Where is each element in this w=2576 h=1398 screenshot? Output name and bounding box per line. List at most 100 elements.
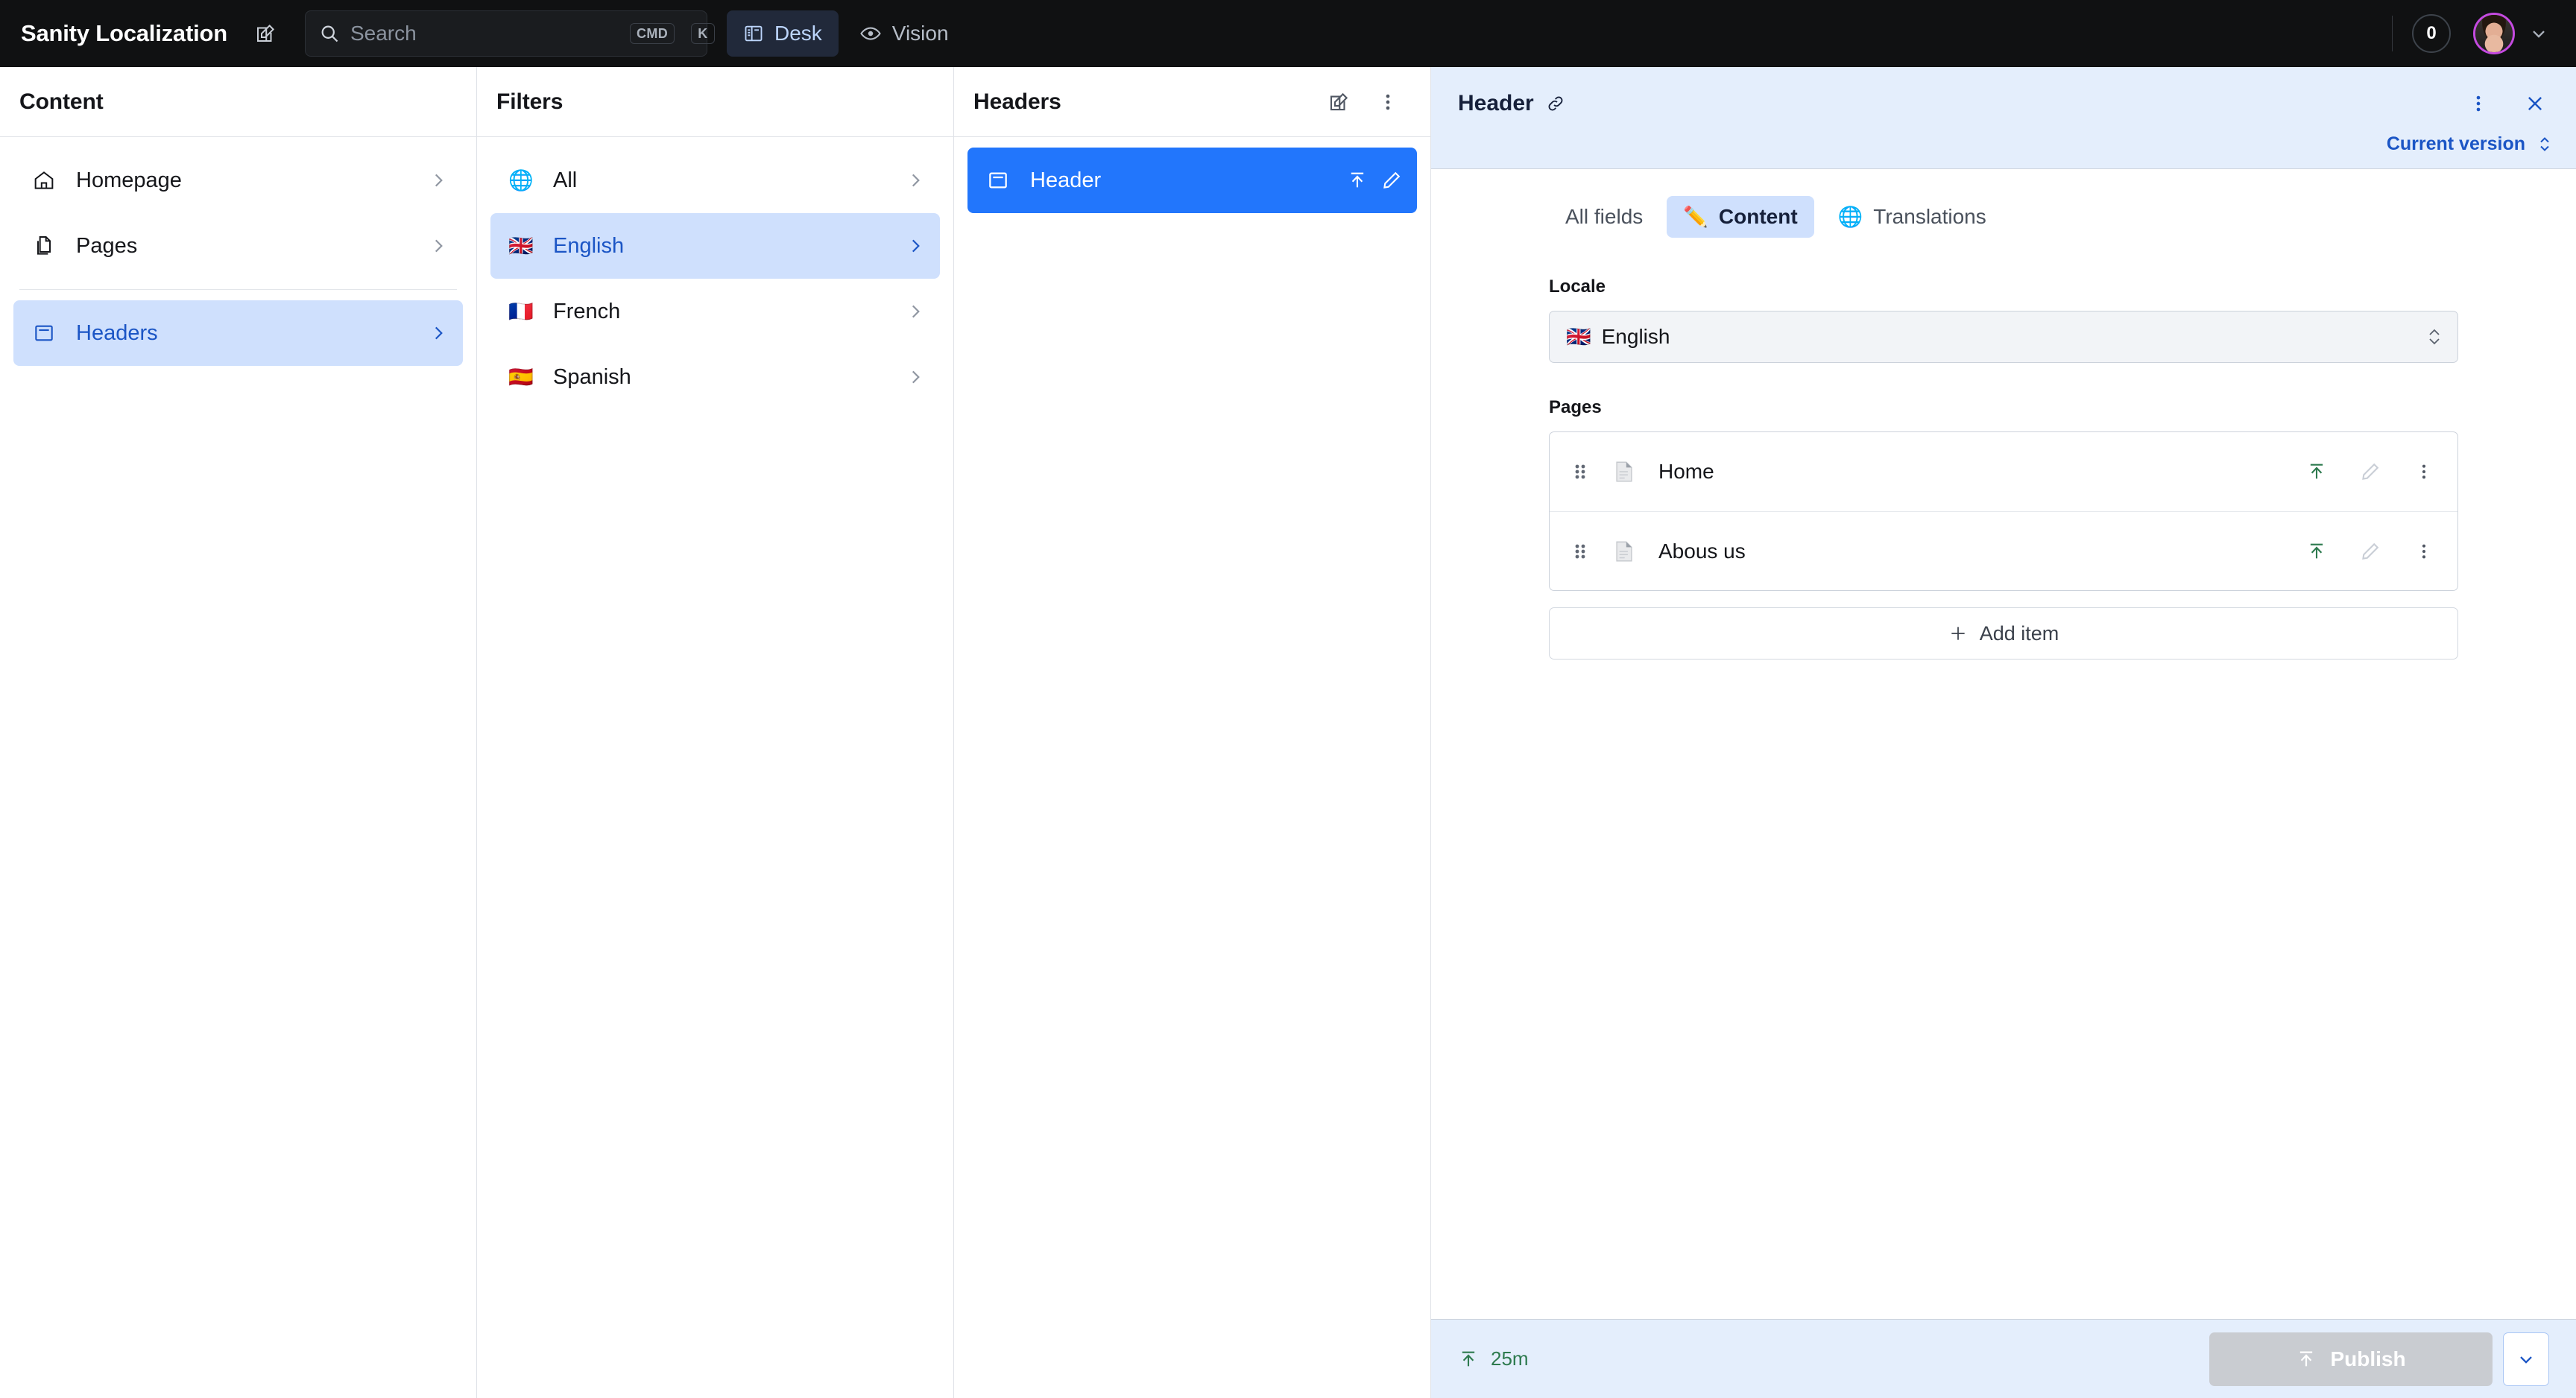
publish-arrow-icon[interactable] (1347, 170, 1368, 191)
field-group-tabs: All fields ✏️ Content 🌐 Translations (1549, 196, 2458, 238)
kbd-k: K (691, 23, 714, 44)
filters-pane-title: Filters (496, 89, 563, 115)
chevron-right-icon (906, 236, 925, 256)
pages-array: Home (1549, 431, 2458, 591)
filter-item-french-label: French (553, 300, 888, 324)
filter-item-all[interactable]: 🌐 All (490, 148, 940, 213)
content-pane-header: Content (0, 67, 476, 137)
edit-pencil-icon[interactable] (2353, 534, 2387, 569)
locale-field: Locale 🇬🇧 English (1549, 276, 2458, 363)
version-selector[interactable]: Current version (2387, 133, 2554, 155)
edit-pencil-icon[interactable] (2353, 455, 2387, 489)
tab-translations-label: Translations (1873, 205, 1986, 229)
flag-fr-icon: 🇫🇷 (507, 302, 535, 322)
filter-item-english-label: English (553, 234, 888, 259)
compose-icon[interactable] (1319, 82, 1359, 122)
close-icon[interactable] (2516, 85, 2554, 122)
document-body: All fields ✏️ Content 🌐 Translations Loc… (1431, 169, 2576, 1319)
top-bar-right: 0 (2392, 13, 2549, 54)
version-selector-label: Current version (2387, 133, 2525, 155)
nav-tab-vision[interactable]: Vision (843, 10, 965, 57)
pencil-emoji-icon: ✏️ (1683, 207, 1708, 227)
publish-options-button[interactable] (2503, 1332, 2549, 1386)
locale-select[interactable]: 🇬🇧 English (1549, 311, 2458, 363)
document-page-icon (1609, 457, 1639, 487)
nav-tab-vision-label: Vision (892, 22, 949, 45)
tab-translations[interactable]: 🌐 Translations (1822, 196, 2003, 238)
chevron-right-icon (906, 302, 925, 321)
tab-content-label: Content (1719, 205, 1798, 229)
filter-item-all-label: All (553, 168, 888, 193)
nav-tab-desk[interactable]: Desk (727, 10, 839, 57)
avatar[interactable] (2473, 13, 2515, 54)
locale-select-value: English (1602, 325, 1670, 349)
edit-pencil-icon[interactable] (1381, 170, 1402, 191)
publish-arrow-icon (2296, 1349, 2317, 1370)
filter-item-french[interactable]: 🇫🇷 French (490, 279, 940, 344)
add-item-button[interactable]: Add item (1549, 607, 2458, 660)
search-bar[interactable]: CMD K (305, 10, 707, 57)
document-footer: 25m Publish (1431, 1319, 2576, 1398)
tab-all-fields-label: All fields (1565, 205, 1643, 229)
publish-arrow-icon[interactable] (2299, 534, 2334, 569)
chevron-down-icon[interactable] (2528, 23, 2549, 44)
list-item-title: Abous us (1658, 540, 1746, 563)
filter-item-spanish[interactable]: 🇪🇸 Spanish (490, 344, 940, 410)
list-item[interactable]: Abous us (1550, 511, 2457, 590)
plus-icon (1948, 624, 1968, 643)
globe-icon: 🌐 (507, 171, 535, 191)
more-vertical-icon[interactable] (2460, 85, 2497, 122)
list-item[interactable]: Home (1550, 432, 2457, 511)
filters-pane-header: Filters (477, 67, 953, 137)
chevron-right-icon (906, 367, 925, 387)
chevron-right-icon (429, 323, 448, 343)
presence-count-badge[interactable]: 0 (2412, 14, 2451, 53)
documents-icon (30, 234, 58, 258)
publish-arrow-icon (1458, 1349, 1479, 1370)
filter-item-spanish-label: Spanish (553, 365, 888, 390)
document-header-actions (2460, 85, 2554, 122)
publish-button[interactable]: Publish (2209, 1332, 2493, 1386)
sidebar-item-homepage[interactable]: Homepage (13, 148, 463, 213)
link-icon[interactable] (1546, 94, 1565, 113)
sidebar-item-headers-label: Headers (76, 321, 411, 346)
document-list-item-header[interactable]: Header (967, 148, 1417, 213)
more-vertical-icon[interactable] (2407, 534, 2441, 569)
drag-handle-icon[interactable] (1568, 459, 1593, 484)
sidebar-item-pages[interactable]: Pages (13, 213, 463, 279)
header-window-icon (984, 168, 1012, 192)
document-pane: Header (1431, 67, 2576, 1398)
home-icon (30, 168, 58, 192)
search-input[interactable] (350, 22, 619, 45)
more-vertical-icon[interactable] (2407, 455, 2441, 489)
headers-pane-actions (1319, 82, 1408, 122)
status-time: 25m (1491, 1347, 1529, 1370)
tab-content[interactable]: ✏️ Content (1667, 196, 1813, 238)
content-pane-title: Content (19, 89, 104, 115)
publish-arrow-icon[interactable] (2299, 455, 2334, 489)
pages-field: Pages (1549, 397, 2458, 660)
drag-handle-icon[interactable] (1568, 539, 1593, 564)
publish-button-label: Publish (2330, 1347, 2405, 1371)
filters-pane: Filters 🌐 All 🇬🇧 English 🇫🇷 French (477, 67, 954, 1398)
chevron-right-icon (906, 171, 925, 190)
chevron-right-icon (429, 171, 448, 190)
add-item-button-label: Add item (1980, 622, 2059, 645)
sidebar-item-headers[interactable]: Headers (13, 300, 463, 366)
chevron-down-icon (2516, 1349, 2536, 1370)
filter-item-english[interactable]: 🇬🇧 English (490, 213, 940, 279)
page-title: Header (1458, 91, 1534, 116)
filters-pane-body: 🌐 All 🇬🇧 English 🇫🇷 French (477, 137, 953, 1398)
chevron-up-down-icon (2536, 133, 2554, 155)
status-badge: 25m (1458, 1347, 1529, 1370)
more-vertical-icon[interactable] (1368, 82, 1408, 122)
document-header-row: Header (1458, 85, 2554, 122)
desk-icon (743, 23, 764, 44)
search-icon (319, 23, 340, 44)
headers-pane-title: Headers (973, 89, 1061, 115)
content-pane: Content Homepage (0, 67, 477, 1398)
tab-all-fields[interactable]: All fields (1549, 196, 1659, 238)
document-page-icon (1609, 537, 1639, 566)
chevron-right-icon (429, 236, 448, 256)
compose-icon[interactable] (244, 12, 287, 55)
